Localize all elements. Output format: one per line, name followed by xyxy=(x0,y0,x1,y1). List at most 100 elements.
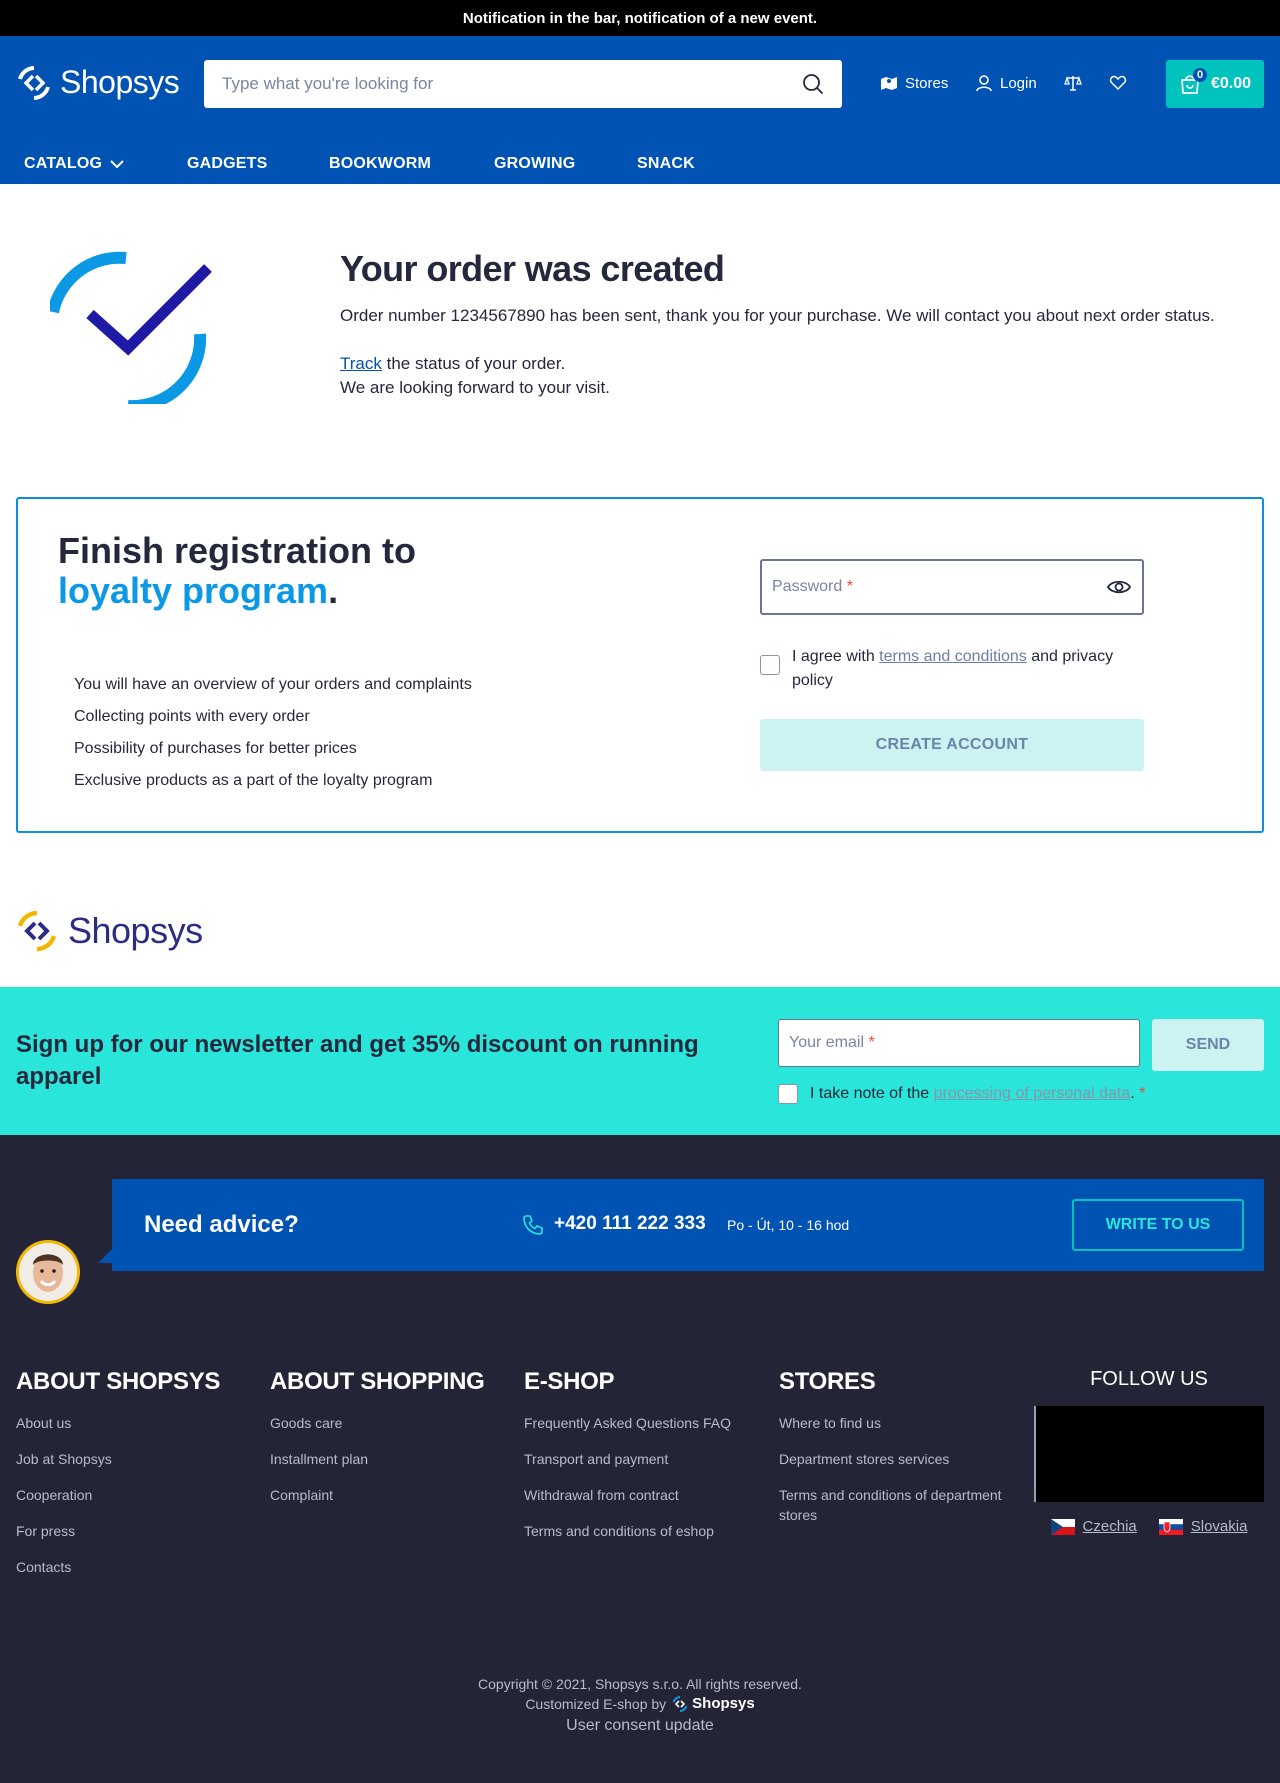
footer-link[interactable]: Transport and payment xyxy=(524,1449,754,1469)
registration-title-highlight: loyalty program xyxy=(58,570,329,611)
footer-link[interactable]: Frequently Asked Questions FAQ xyxy=(524,1413,754,1433)
nav-item-growing[interactable]: GROWING xyxy=(494,155,575,173)
copyright-text: Copyright © 2021, Shopsys s.r.o. All rig… xyxy=(478,1676,802,1692)
phone-icon xyxy=(523,1215,543,1235)
footer-link[interactable]: Terms and conditions of eshop xyxy=(524,1521,754,1541)
follow-title: FOLLOW US xyxy=(1090,1368,1208,1390)
consent-checkbox[interactable] xyxy=(778,1084,798,1104)
order-title: Your order was created xyxy=(340,248,725,289)
eye-icon[interactable] xyxy=(1106,574,1132,600)
advisor-face-icon xyxy=(19,1243,77,1301)
avatar xyxy=(16,1240,80,1304)
list-item: Possibility of purchases for better pric… xyxy=(74,740,357,757)
shopsys-logo-icon xyxy=(672,1696,688,1712)
terms-checkbox[interactable] xyxy=(760,655,780,675)
customized-by: Customized E-shop by Shopsys xyxy=(0,1694,1280,1714)
footer-link[interactable]: Contacts xyxy=(16,1557,246,1577)
footer-column-title: ABOUT SHOPSYS xyxy=(16,1368,221,1395)
heart-icon xyxy=(1109,75,1127,91)
footer-link[interactable]: Job at Shopsys xyxy=(16,1449,246,1469)
terms-agreement: I agree with terms and conditions and pr… xyxy=(760,645,1144,693)
search-input[interactable] xyxy=(222,74,802,94)
footer-link[interactable]: Terms and conditions of department store… xyxy=(779,1485,1009,1525)
search-box xyxy=(204,60,842,108)
search-icon[interactable] xyxy=(802,73,824,95)
list-item: Collecting points with every order xyxy=(74,708,310,725)
footer-logo[interactable]: Shopsys xyxy=(16,910,203,952)
login-link[interactable]: Login xyxy=(975,74,1037,92)
consent-prefix: I take note of the xyxy=(810,1085,934,1102)
footer-link[interactable]: Where to find us xyxy=(779,1413,1009,1433)
stores-label: Stores xyxy=(905,74,949,92)
nav-item-catalog[interactable]: CATALOG xyxy=(24,155,124,173)
credit-logo-text: Shopsys xyxy=(692,1695,755,1712)
footer-link[interactable]: For press xyxy=(16,1521,246,1541)
footer-link[interactable]: Department stores services xyxy=(779,1449,1009,1469)
site-footer: Need advice? +420 111 222 333 Po - Út, 1… xyxy=(0,1135,1280,1783)
site-header: Shopsys Stores Login xyxy=(0,36,1280,184)
terms-prefix: I agree with xyxy=(792,648,880,665)
password-field[interactable]: Password * xyxy=(760,559,1144,615)
header-logo[interactable]: Shopsys xyxy=(16,64,180,101)
stores-link[interactable]: Stores xyxy=(880,74,948,92)
scales-icon xyxy=(1064,75,1082,91)
footer-column-title: ABOUT SHOPPING xyxy=(270,1368,485,1395)
footer-link[interactable]: Installment plan xyxy=(270,1449,500,1469)
footer-link[interactable]: Cooperation xyxy=(16,1485,246,1505)
order-confirmation: Your order was created Order number 1234… xyxy=(0,184,1280,484)
registration-title-text: Finish registration to xyxy=(58,530,417,571)
user-consent-update-link[interactable]: User consent update xyxy=(0,1716,1280,1736)
compare-link[interactable] xyxy=(1064,74,1082,92)
nav-item-gadgets[interactable]: GADGETS xyxy=(187,155,268,173)
visit-text: We are looking forward to your visit. xyxy=(340,378,610,397)
user-icon xyxy=(976,75,992,92)
notification-text: Notification in the bar, notification of… xyxy=(462,9,818,27)
required-mark: * xyxy=(1139,1085,1146,1102)
footer-link[interactable]: Complaint xyxy=(270,1485,500,1505)
required-mark: * xyxy=(868,1034,875,1051)
write-to-us-button[interactable]: WRITE TO US xyxy=(1072,1199,1244,1251)
email-field[interactable]: Your email * xyxy=(778,1019,1140,1067)
advice-hours: Po - Út, 10 - 16 hod xyxy=(727,1217,850,1233)
cart-count-badge: 0 xyxy=(1193,68,1207,82)
required-mark: * xyxy=(846,578,853,595)
nav-item-label: CATALOG xyxy=(24,155,103,172)
nav-item-snack[interactable]: SNACK xyxy=(637,155,695,173)
loyalty-registration: Finish registration to loyalty program. … xyxy=(16,497,1264,833)
advice-title: Need advice? xyxy=(144,1211,299,1238)
language-switcher: Czechia Slovakia xyxy=(1034,1518,1264,1535)
advice-box: Need advice? +420 111 222 333 Po - Út, 1… xyxy=(112,1179,1264,1271)
footer-link[interactable]: Withdrawal from contract xyxy=(524,1485,754,1505)
newsletter-title: Sign up for our newsletter and get 35% d… xyxy=(16,1031,699,1090)
language-label: Slovakia xyxy=(1190,1518,1248,1535)
email-placeholder: Your email xyxy=(789,1034,865,1051)
create-account-button[interactable]: CREATE ACCOUNT xyxy=(760,719,1144,771)
footer-column-eshop: E-SHOP Frequently Asked Questions FAQ Tr… xyxy=(524,1368,754,1557)
track-rest: the status of your order. xyxy=(381,354,566,373)
track-link[interactable]: Track xyxy=(340,354,382,373)
advice-phone[interactable]: +420 111 222 333 xyxy=(554,1213,706,1235)
shopsys-credit-logo[interactable]: Shopsys xyxy=(672,1694,755,1714)
footer-link[interactable]: About us xyxy=(16,1413,246,1433)
nav-item-bookworm[interactable]: BOOKWORM xyxy=(329,155,431,173)
newsletter-section: Sign up for our newsletter and get 35% d… xyxy=(0,987,1280,1135)
personal-data-link[interactable]: processing of personal data xyxy=(934,1085,1131,1102)
send-button[interactable]: SEND xyxy=(1152,1019,1264,1071)
consent-text: I take note of the processing of persona… xyxy=(810,1085,1145,1103)
language-slovakia[interactable]: Slovakia xyxy=(1158,1518,1248,1535)
list-item: You will have an overview of your orders… xyxy=(74,676,472,693)
footer-column-about-shopping: ABOUT SHOPPING Goods care Installment pl… xyxy=(270,1368,500,1521)
footer-link[interactable]: Goods care xyxy=(270,1413,500,1433)
notification-bar: Notification in the bar, notification of… xyxy=(0,0,1280,36)
nav-item-label: GADGETS xyxy=(187,155,268,172)
terms-link[interactable]: terms and conditions xyxy=(879,648,1027,665)
nav-item-label: BOOKWORM xyxy=(329,155,432,172)
social-video-embed[interactable] xyxy=(1034,1406,1264,1502)
language-czechia[interactable]: Czechia xyxy=(1050,1518,1137,1535)
wishlist-link[interactable] xyxy=(1109,74,1127,92)
language-label: Czechia xyxy=(1082,1518,1137,1535)
terms-text: I agree with terms and conditions and pr… xyxy=(792,645,1144,693)
chevron-down-icon xyxy=(110,160,124,169)
cart-button[interactable]: 0 €0.00 xyxy=(1166,60,1264,108)
list-item: Exclusive products as a part of the loya… xyxy=(74,772,433,789)
